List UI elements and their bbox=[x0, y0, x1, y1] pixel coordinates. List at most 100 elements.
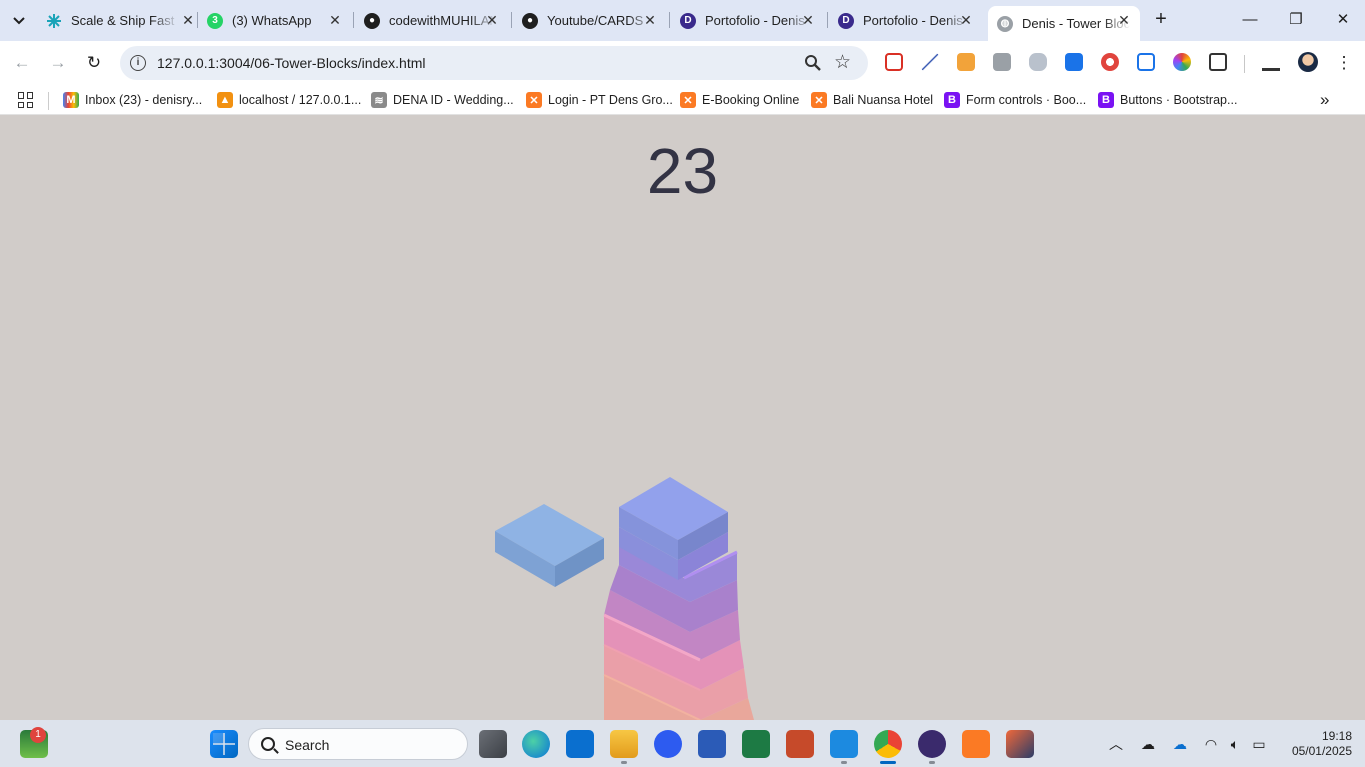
battery-icon[interactable]: ▭ bbox=[1250, 735, 1268, 753]
tower-scene[interactable] bbox=[0, 120, 1365, 720]
tab-separator bbox=[353, 12, 354, 28]
apps-grid-icon[interactable] bbox=[18, 92, 34, 108]
extension-doc-icon[interactable] bbox=[1065, 53, 1083, 71]
tab-codewithmuhilan[interactable]: ● codewithMUHILAN ✕ bbox=[364, 6, 500, 35]
bookmark-dena-id[interactable]: ≋ DENA ID - Wedding... bbox=[371, 91, 514, 109]
bookmark-inbox[interactable]: M Inbox (23) - denisry... bbox=[63, 91, 202, 109]
bookmark-e-booking[interactable]: ✕ E-Booking Online bbox=[680, 91, 799, 109]
active-app-indicator bbox=[880, 761, 896, 764]
git-tool-icon[interactable] bbox=[1006, 730, 1034, 758]
download-icon[interactable] bbox=[1262, 53, 1280, 71]
close-tab-icon[interactable]: ✕ bbox=[800, 12, 816, 28]
edge-browser-icon[interactable] bbox=[522, 730, 550, 758]
zoom-icon[interactable] bbox=[804, 54, 822, 72]
excel-icon[interactable] bbox=[742, 730, 770, 758]
game-viewport[interactable]: 23 bbox=[0, 120, 1365, 720]
tab-tower-blocks[interactable]: ◍ Denis - Tower Blocks ✕ bbox=[988, 6, 1140, 41]
back-icon[interactable]: ← bbox=[10, 51, 34, 75]
zoom-app-icon[interactable] bbox=[654, 730, 682, 758]
bookmark-buttons[interactable]: B Buttons · Bootstrap... bbox=[1098, 91, 1237, 109]
bookmark-login-pt-dens[interactable]: ✕ Login - PT Dens Gro... bbox=[526, 91, 673, 109]
tab-portofolio-2[interactable]: D Portofolio - Denis ✕ bbox=[838, 6, 974, 35]
xampp-icon: ✕ bbox=[811, 92, 827, 108]
extension-orange-icon[interactable] bbox=[957, 53, 975, 71]
tab-separator bbox=[197, 12, 198, 28]
powerpoint-icon[interactable] bbox=[786, 730, 814, 758]
task-view-icon[interactable] bbox=[479, 730, 507, 758]
outlook-icon[interactable] bbox=[566, 730, 594, 758]
reload-icon[interactable]: ↻ bbox=[82, 51, 106, 75]
cloud-sync-icon[interactable]: ☁ bbox=[1171, 735, 1189, 753]
tab-title: Denis - Tower Blocks bbox=[1022, 16, 1130, 31]
tab-scale-ship[interactable]: Scale & Ship Fast ✕ bbox=[46, 6, 196, 35]
xampp-icon[interactable] bbox=[962, 730, 990, 758]
running-indicator bbox=[621, 761, 627, 764]
bookmark-bali-nuansa[interactable]: ✕ Bali Nuansa Hotel bbox=[811, 91, 933, 109]
url-text[interactable]: 127.0.0.1:3004/06-Tower-Blocks/index.htm… bbox=[157, 55, 425, 71]
extensions-puzzle-icon[interactable] bbox=[1209, 53, 1227, 71]
close-window-icon[interactable]: ✕ bbox=[1330, 8, 1356, 32]
onedrive-icon[interactable]: ☁ bbox=[1139, 735, 1157, 753]
clock-date: 05/01/2025 bbox=[1291, 744, 1352, 758]
search-label: Search bbox=[285, 737, 330, 753]
restore-icon[interactable]: ❐ bbox=[1283, 8, 1309, 32]
phpmyadmin-icon: ▲ bbox=[217, 92, 233, 108]
show-hidden-icons-chevron-icon[interactable]: ︿ bbox=[1107, 735, 1125, 753]
site-info-icon[interactable]: i bbox=[130, 55, 146, 71]
forward-icon[interactable]: → bbox=[46, 51, 70, 75]
github-icon: ● bbox=[522, 12, 538, 29]
bookmark-label: Login - PT Dens Gro... bbox=[548, 93, 673, 107]
extension-color-icon[interactable] bbox=[1173, 53, 1191, 71]
xampp-icon: ✕ bbox=[680, 92, 696, 108]
tab-youtube-cards[interactable]: ● Youtube/CARDS ✕ bbox=[522, 6, 658, 35]
tab-portofolio-1[interactable]: D Portofolio - Denis ✕ bbox=[680, 6, 816, 35]
bookmarks-separator bbox=[48, 92, 49, 110]
whatsapp-icon: 3 bbox=[207, 12, 223, 29]
bookmark-form-controls[interactable]: B Form controls · Boo... bbox=[944, 91, 1086, 109]
address-bar[interactable]: i 127.0.0.1:3004/06-Tower-Blocks/index.h… bbox=[120, 46, 868, 80]
file-explorer-icon[interactable] bbox=[610, 730, 638, 758]
close-tab-icon[interactable]: ✕ bbox=[180, 12, 196, 28]
clock-time: 19:18 bbox=[1321, 729, 1352, 743]
close-tab-icon[interactable]: ✕ bbox=[327, 12, 343, 28]
new-tab-icon[interactable]: + bbox=[1150, 8, 1172, 30]
vscode-icon[interactable] bbox=[830, 730, 858, 758]
extension-cast-icon[interactable] bbox=[885, 53, 903, 71]
extension-shield-icon[interactable] bbox=[1029, 53, 1047, 71]
system-clock[interactable]: 19:18 05/01/2025 bbox=[1282, 729, 1352, 759]
close-tab-icon[interactable]: ✕ bbox=[484, 12, 500, 28]
github-icon: ● bbox=[364, 12, 380, 29]
tab-search-chevron-icon[interactable] bbox=[6, 8, 32, 34]
extension-pokeball-icon[interactable] bbox=[1101, 53, 1119, 71]
word-icon[interactable] bbox=[698, 730, 726, 758]
menu-dots-icon[interactable]: ⋮ bbox=[1332, 51, 1356, 75]
bookmark-star-icon[interactable]: ☆ bbox=[834, 51, 851, 74]
taskbar-search-box[interactable]: Search bbox=[248, 728, 468, 760]
bookmarks-bar: M Inbox (23) - denisry... ▲ localhost / … bbox=[0, 85, 1365, 115]
close-tab-icon[interactable]: ✕ bbox=[958, 12, 974, 28]
bookmark-localhost[interactable]: ▲ localhost / 127.0.0.1... bbox=[217, 91, 361, 109]
tab-title: Portofolio - Denis bbox=[705, 13, 805, 28]
extension-screen-icon[interactable] bbox=[1137, 53, 1155, 71]
xampp-icon: ✕ bbox=[526, 92, 542, 108]
running-indicator bbox=[929, 761, 935, 764]
block-tower bbox=[603, 477, 754, 720]
tab-whatsapp[interactable]: 3 (3) WhatsApp ✕ bbox=[207, 6, 343, 35]
moving-block[interactable] bbox=[495, 504, 604, 587]
start-windows-icon[interactable] bbox=[210, 730, 238, 758]
github-desktop-icon[interactable] bbox=[918, 730, 946, 758]
wifi-icon[interactable]: ◠ bbox=[1202, 735, 1220, 753]
bookmark-label: Buttons · Bootstrap... bbox=[1120, 93, 1238, 107]
more-bookmarks-icon[interactable]: » bbox=[1320, 90, 1329, 110]
minimize-icon[interactable]: — bbox=[1237, 8, 1263, 32]
bookmark-label: DENA ID - Wedding... bbox=[393, 93, 514, 107]
profile-avatar[interactable] bbox=[1298, 52, 1318, 72]
close-tab-icon[interactable]: ✕ bbox=[642, 12, 658, 28]
extension-camera-icon[interactable] bbox=[993, 53, 1011, 71]
extension-pen-icon[interactable] bbox=[921, 53, 939, 71]
chrome-icon[interactable] bbox=[874, 730, 902, 758]
volume-icon[interactable]: 🔈︎ bbox=[1226, 735, 1244, 753]
close-tab-icon[interactable]: ✕ bbox=[1116, 12, 1132, 28]
sparkle-icon bbox=[46, 13, 62, 29]
tab-title: Youtube/CARDS bbox=[547, 13, 644, 28]
